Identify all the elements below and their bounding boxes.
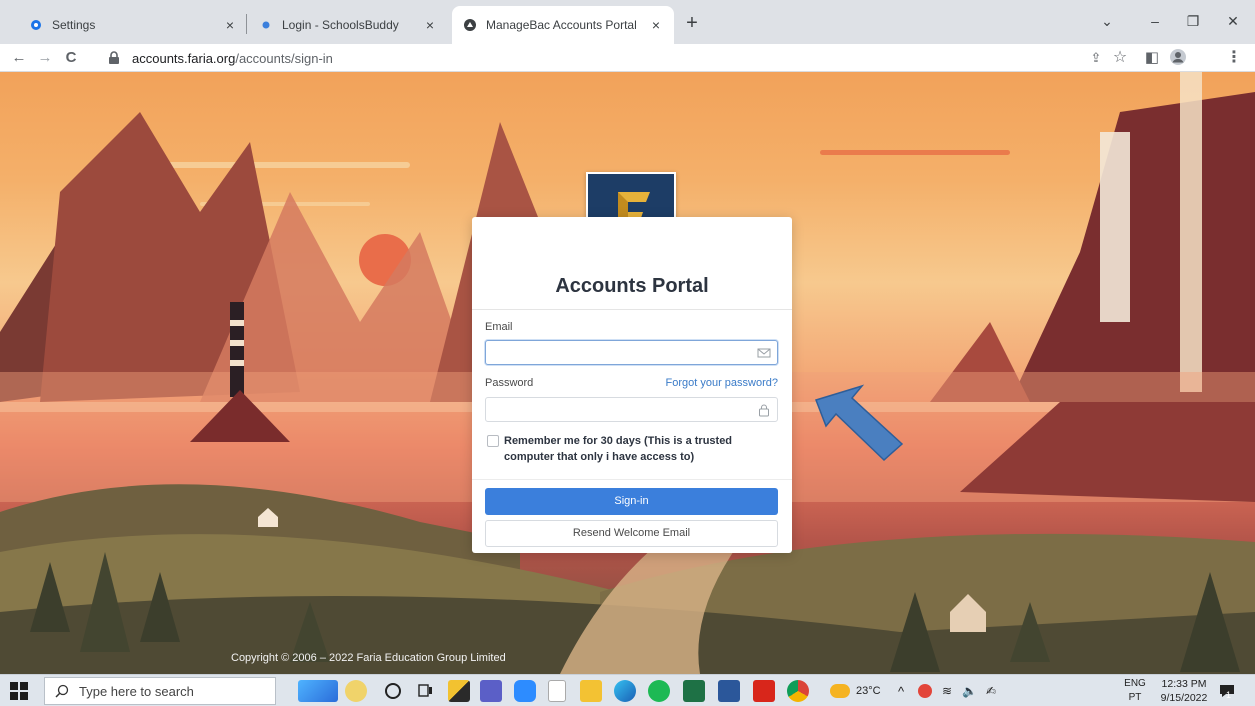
search-placeholder: Type here to search [79, 683, 194, 699]
star-icon[interactable]: ☆ [1110, 48, 1130, 68]
chrome-icon[interactable] [787, 680, 809, 702]
tab-title: Login - SchoolsBuddy [282, 18, 399, 32]
notification-count: 1 [1226, 690, 1232, 700]
antivirus-icon[interactable] [918, 684, 932, 698]
task-view-icon[interactable] [414, 680, 436, 702]
file-explorer-icon[interactable] [580, 680, 602, 702]
zoom-icon[interactable] [514, 680, 536, 702]
annotation-arrow-icon [815, 384, 904, 462]
gear-icon [28, 17, 44, 33]
notifications-icon[interactable]: 1 [1218, 675, 1234, 706]
remember-label: Remember me for 30 days (This is a trust… [504, 435, 733, 463]
cortana-icon[interactable] [385, 683, 401, 699]
widgets-icon[interactable] [298, 680, 338, 702]
chevron-up-icon[interactable]: ^ [898, 675, 904, 706]
address-bar[interactable]: accounts.faria.org/accounts/sign-in [108, 46, 1068, 70]
url-path: /accounts/sign-in [235, 50, 333, 66]
word-icon[interactable] [718, 680, 740, 702]
excel-icon[interactable] [683, 680, 705, 702]
tab-separator [246, 14, 247, 34]
close-icon[interactable]: × [422, 17, 438, 33]
managebac-icon [462, 17, 478, 33]
browser-toolbar: ← → C accounts.faria.org/accounts/sign-i… [0, 44, 1255, 72]
divider [472, 479, 792, 480]
windows-start-icon[interactable] [10, 682, 28, 700]
password-label: Password [485, 377, 534, 389]
tab-title: Settings [52, 18, 96, 32]
acrobat-icon[interactable] [753, 680, 775, 702]
menu-icon[interactable]: ⋮ [1224, 48, 1244, 68]
weather-temp[interactable]: 23°C [856, 675, 881, 706]
remember-checkbox[interactable] [487, 435, 499, 447]
url-host: accounts.faria.org [132, 50, 236, 66]
login-card: Accounts Portal Email Password Forgot yo… [472, 217, 792, 553]
forgot-password-link[interactable]: Forgot your password? [666, 377, 779, 389]
sticky-app-icon[interactable] [448, 680, 470, 702]
search-icon [55, 684, 69, 698]
reload-button[interactable]: C [60, 47, 82, 69]
wifi-icon[interactable]: ≋ [942, 675, 952, 706]
tab-settings[interactable]: Settings × [18, 6, 248, 44]
spotify-icon[interactable] [648, 680, 670, 702]
password-field[interactable] [485, 397, 778, 422]
close-icon[interactable]: × [222, 17, 238, 33]
chevron-down-icon[interactable]: ⌄ [1092, 8, 1122, 34]
pen-icon[interactable]: ✍ [986, 675, 996, 706]
page-title: Accounts Portal [555, 275, 709, 297]
teams-icon[interactable] [480, 680, 502, 702]
news-icon[interactable] [345, 680, 367, 702]
volume-icon[interactable]: 🔈 [962, 675, 977, 706]
language-indicator[interactable]: ENG PT [1120, 677, 1150, 705]
page-viewport: Accounts Portal Email Password Forgot yo… [0, 72, 1255, 674]
browser-tabstrip: Settings × Login - SchoolsBuddy × Manage… [0, 0, 1255, 44]
weather-icon[interactable] [830, 684, 850, 698]
sign-in-button[interactable]: Sign-in [485, 488, 778, 515]
clock-date: 9/15/2022 [1160, 692, 1208, 704]
file-icon[interactable] [548, 680, 566, 702]
close-icon[interactable]: × [648, 17, 664, 33]
copyright-text: Copyright © 2006 – 2022 Faria Education … [231, 652, 506, 664]
lock-icon [108, 51, 124, 65]
clock[interactable]: 12:33 PM 9/15/2022 [1158, 677, 1210, 705]
taskbar-search-input[interactable]: Type here to search [44, 677, 276, 705]
share-icon[interactable]: ⇪ [1086, 48, 1106, 68]
restore-button[interactable]: ❐ [1178, 8, 1208, 34]
tab-managebac[interactable]: ManageBac Accounts Portal × [452, 6, 674, 44]
profile-avatar[interactable] [1168, 48, 1188, 68]
minimize-button[interactable]: – [1140, 8, 1170, 34]
back-button[interactable]: ← [8, 47, 30, 69]
tab-schoolsbuddy[interactable]: Login - SchoolsBuddy × [248, 6, 448, 44]
windows-taskbar: Type here to search 23°C ^ ≋ 🔈 ✍ ENG PT … [0, 674, 1255, 706]
forward-button[interactable]: → [34, 47, 56, 69]
divider [472, 309, 792, 310]
envelope-icon [757, 346, 771, 360]
new-tab-button[interactable]: + [680, 12, 704, 36]
dot-icon [258, 17, 274, 33]
close-window-button[interactable]: ✕ [1218, 8, 1248, 34]
side-panel-icon[interactable]: ◧ [1142, 48, 1162, 68]
lock-icon [757, 403, 771, 417]
tab-title: ManageBac Accounts Portal [486, 18, 637, 32]
email-field[interactable] [485, 340, 778, 365]
resend-welcome-email-button[interactable]: Resend Welcome Email [485, 520, 778, 547]
clock-time: 12:33 PM [1161, 678, 1207, 690]
edge-icon[interactable] [614, 680, 636, 702]
email-label: Email [485, 321, 513, 333]
